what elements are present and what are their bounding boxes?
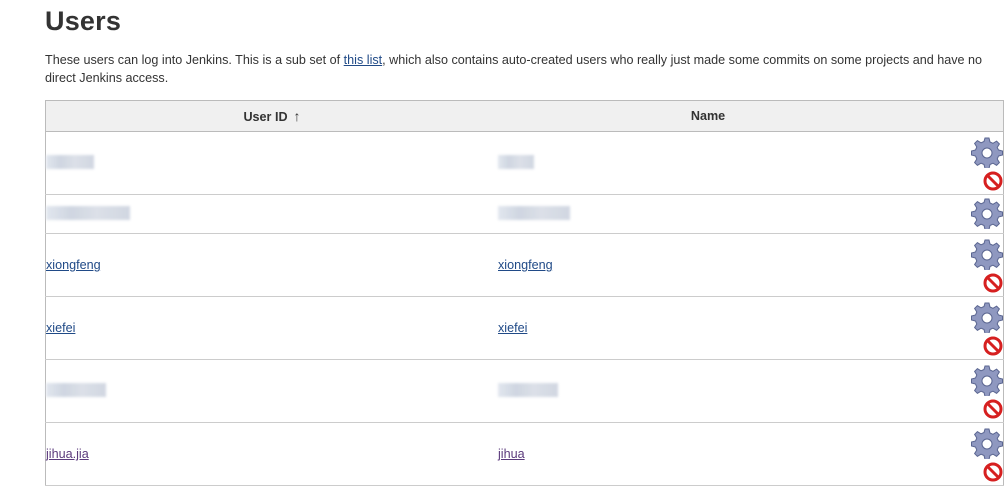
column-header-user-id[interactable]: User ID ↑ [45, 100, 498, 132]
gear-icon[interactable] [971, 238, 1003, 270]
user-actions-cell [918, 422, 1004, 486]
gear-icon[interactable] [971, 136, 1003, 168]
user-actions [971, 364, 1003, 419]
user-id-link[interactable]: xiongfeng [46, 258, 101, 272]
redacted-user-id[interactable] [46, 382, 106, 397]
table-row: xiongfeng xiongfeng [45, 233, 1004, 297]
page-title: Users [45, 6, 122, 36]
user-actions [971, 427, 1003, 482]
table-row [45, 131, 1004, 195]
user-id-cell: xiongfeng [45, 233, 498, 297]
gear-icon[interactable] [971, 427, 1003, 459]
user-name-link[interactable]: xiefei [498, 321, 527, 335]
gear-icon[interactable] [971, 197, 1003, 229]
user-id-cell [45, 359, 498, 423]
column-header-actions [918, 100, 1004, 132]
user-id-cell [45, 131, 498, 195]
user-name-cell [498, 131, 918, 195]
user-actions-cell [918, 131, 1004, 195]
gear-icon[interactable] [971, 301, 1003, 333]
gear-icon[interactable] [971, 364, 1003, 396]
delete-icon[interactable] [983, 336, 1003, 356]
delete-icon[interactable] [983, 399, 1003, 419]
delete-icon[interactable] [983, 273, 1003, 293]
user-actions [971, 197, 1003, 229]
table-header-row: User ID ↑ Name [45, 100, 1004, 132]
redacted-user-name[interactable] [498, 205, 570, 220]
user-id-cell [45, 194, 498, 234]
table-row: xiefei xiefei [45, 296, 1004, 360]
user-actions-cell [918, 359, 1004, 423]
user-id-link[interactable]: jihua.jia [46, 447, 89, 461]
user-actions-cell [918, 194, 1004, 234]
column-header-name-label: Name [690, 109, 726, 123]
user-name-cell: jihua [498, 422, 918, 486]
all-users-link[interactable]: this list [344, 53, 383, 67]
delete-icon[interactable] [983, 171, 1003, 191]
user-id-cell: jihua.jia [45, 422, 498, 486]
user-name-cell [498, 194, 918, 234]
user-actions-cell [918, 233, 1004, 297]
table-row [45, 194, 1004, 234]
table-row: jihua.jia jihua [45, 422, 1004, 486]
redacted-user-id[interactable] [46, 205, 130, 220]
user-actions-cell [918, 296, 1004, 360]
description-text-before: These users can log into Jenkins. This i… [45, 53, 344, 67]
column-header-name[interactable]: Name [498, 100, 918, 132]
user-actions [971, 301, 1003, 356]
users-page: Users These users can log into Jenkins. … [0, 0, 1005, 491]
redacted-user-id[interactable] [46, 154, 94, 169]
user-name-cell [498, 359, 918, 423]
user-id-link[interactable]: xiefei [46, 321, 75, 335]
table-row [45, 359, 1004, 423]
users-table: User ID ↑ Name xiongfeng xiongfeng xiefei xi… [45, 100, 1004, 486]
user-name-cell: xiongfeng [498, 233, 918, 297]
column-header-user-id-label: User ID [243, 110, 288, 124]
user-name-link[interactable]: xiongfeng [498, 258, 553, 272]
redacted-user-name[interactable] [498, 154, 534, 169]
user-actions [971, 238, 1003, 293]
user-id-cell: xiefei [45, 296, 498, 360]
user-name-cell: xiefei [498, 296, 918, 360]
page-description: These users can log into Jenkins. This i… [45, 51, 1000, 87]
user-actions [971, 136, 1003, 191]
delete-icon[interactable] [983, 462, 1003, 482]
redacted-user-name[interactable] [498, 382, 558, 397]
sort-ascending-icon: ↑ [293, 108, 301, 124]
user-name-link[interactable]: jihua [498, 447, 525, 461]
